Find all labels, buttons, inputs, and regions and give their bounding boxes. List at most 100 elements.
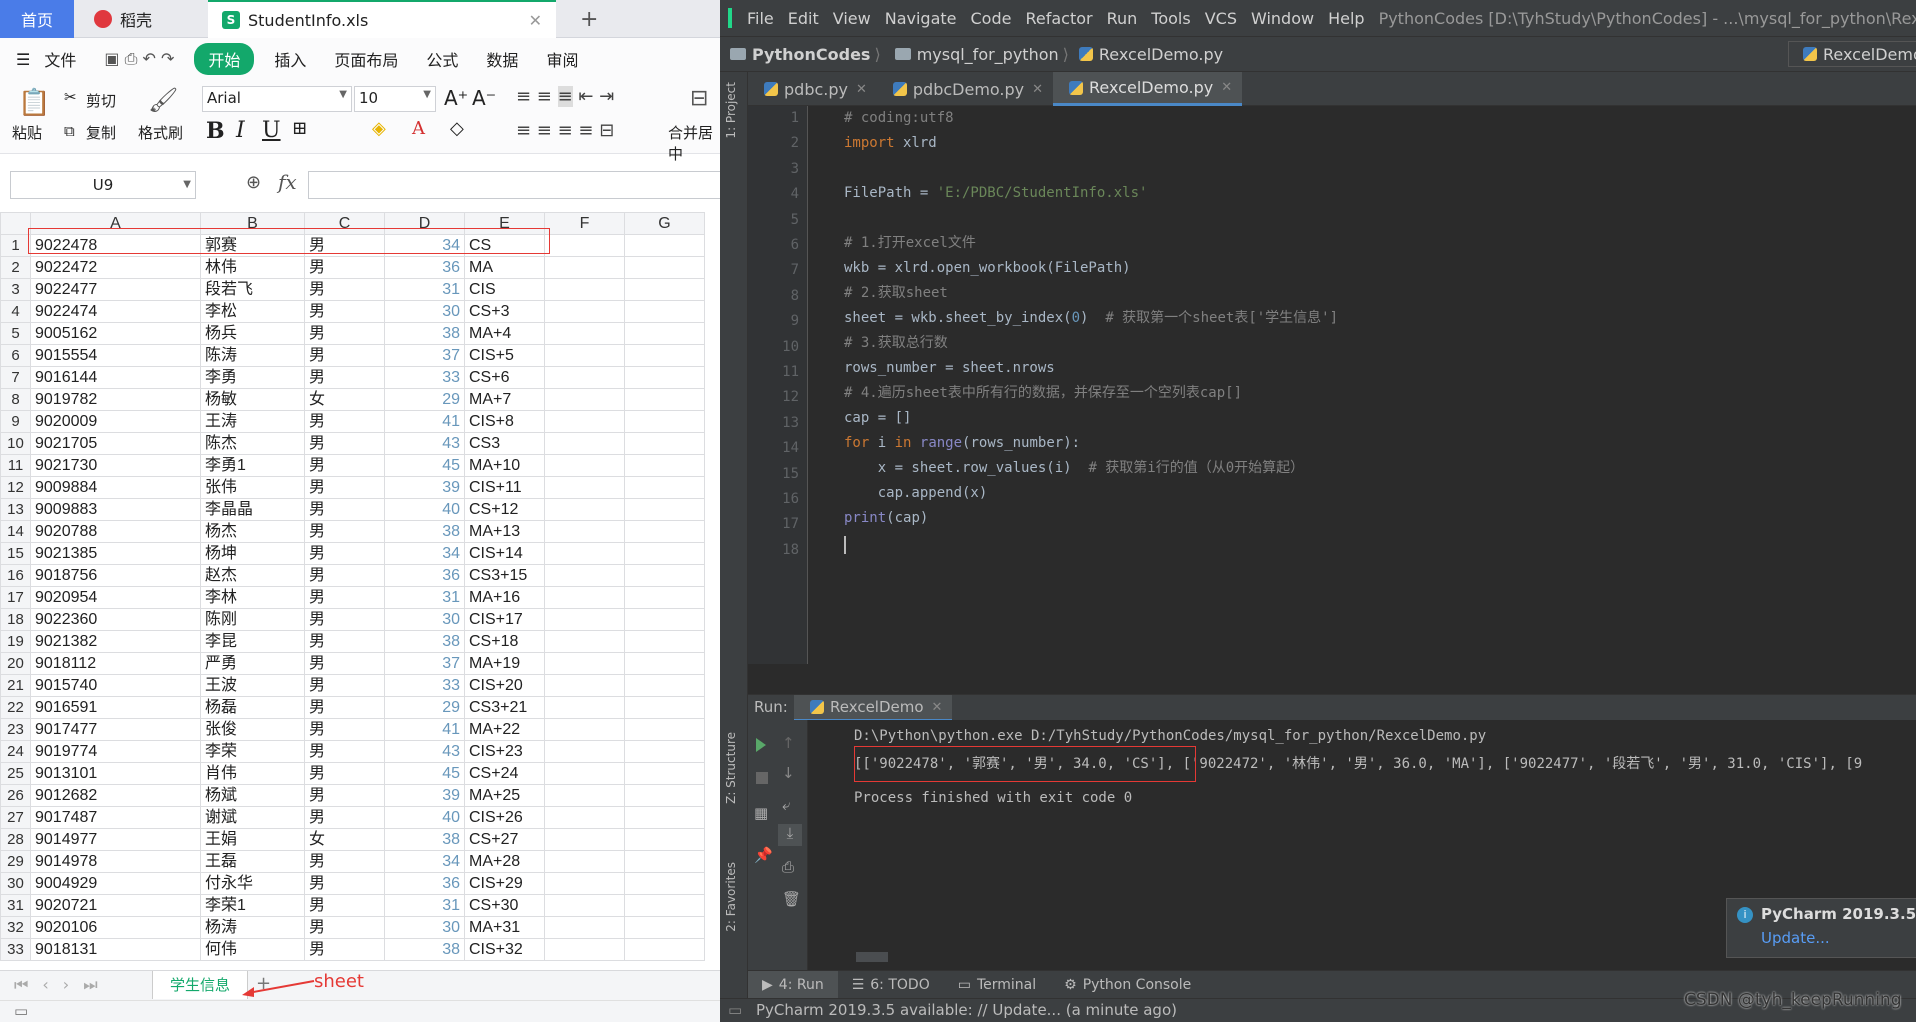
table-row[interactable]: 10 9021705 陈杰男 43 CS3 — [0, 432, 705, 455]
table-cell[interactable] — [624, 630, 705, 653]
table-cell[interactable] — [624, 564, 705, 587]
table-cell[interactable]: CIS+20 — [464, 674, 545, 697]
sheet-nav-icons[interactable]: ⏮‹›⏭ — [14, 975, 112, 995]
table-cell[interactable]: 王磊 — [200, 850, 305, 873]
table-cell[interactable]: 41 — [384, 410, 465, 433]
table-cell[interactable] — [544, 564, 625, 587]
table-cell[interactable]: 李勇1 — [200, 454, 305, 477]
menu-view[interactable]: View — [826, 9, 878, 28]
paste-icon[interactable]: 📋 — [18, 88, 50, 118]
row-header[interactable]: 6 — [0, 344, 31, 367]
table-cell[interactable] — [624, 674, 705, 697]
table-cell[interactable] — [624, 454, 705, 477]
row-header[interactable]: 15 — [0, 542, 31, 565]
row-header[interactable]: 4 — [0, 300, 31, 323]
tab-home[interactable]: 首页 — [0, 0, 74, 38]
status-window-icon[interactable]: ▭ — [728, 999, 742, 1021]
table-cell[interactable] — [624, 366, 705, 389]
table-cell[interactable] — [544, 454, 625, 477]
table-cell[interactable]: 陈刚 — [200, 608, 305, 631]
table-cell[interactable]: CS3 — [464, 432, 545, 455]
table-cell[interactable]: 30 — [384, 300, 465, 323]
table-cell[interactable]: 杨杰 — [200, 520, 305, 543]
table-cell[interactable]: MA+28 — [464, 850, 545, 873]
table-cell[interactable]: 李晶晶 — [200, 498, 305, 521]
table-cell[interactable]: 31 — [384, 894, 465, 917]
table-row[interactable]: 17 9020954 李林男 31 MA+16 — [0, 586, 705, 609]
table-cell[interactable]: 男 — [304, 762, 385, 785]
table-cell[interactable] — [624, 762, 705, 785]
cut-button[interactable]: 剪切 — [86, 90, 116, 111]
table-cell[interactable]: CS+30 — [464, 894, 545, 917]
table-cell[interactable] — [624, 894, 705, 917]
table-row[interactable]: 21 9015740 王波男 33 CIS+20 — [0, 674, 705, 697]
table-cell[interactable]: 29 — [384, 388, 465, 411]
table-cell[interactable]: 37 — [384, 652, 465, 675]
table-cell[interactable]: MA+7 — [464, 388, 545, 411]
table-cell[interactable]: 王波 — [200, 674, 305, 697]
row-header[interactable]: 16 — [0, 564, 31, 587]
row-header[interactable]: 5 — [0, 322, 31, 345]
menu-edit[interactable]: Edit — [781, 9, 826, 28]
table-row[interactable]: 7 9016144 李勇男 33 CS+6 — [0, 366, 705, 389]
table-cell[interactable]: 男 — [304, 608, 385, 631]
table-cell[interactable]: CIS+26 — [464, 806, 545, 829]
table-row[interactable]: 16 9018756 赵杰男 36 CS3+15 — [0, 564, 705, 587]
table-cell[interactable]: MA+31 — [464, 916, 545, 939]
table-cell[interactable]: 男 — [304, 894, 385, 917]
table-cell[interactable]: CIS+5 — [464, 344, 545, 367]
table-cell[interactable] — [624, 278, 705, 301]
table-cell[interactable]: 男 — [304, 300, 385, 323]
table-cell[interactable]: 男 — [304, 872, 385, 895]
font-shrink-icon[interactable]: A⁻ — [472, 86, 496, 110]
bottom-tab-python-console[interactable]: ⚙ Python Console — [1050, 977, 1205, 993]
table-cell[interactable] — [624, 388, 705, 411]
editor-tab-pdbc[interactable]: pdbc.py ✕ — [748, 72, 877, 106]
table-cell[interactable]: CIS — [464, 278, 545, 301]
table-cell[interactable]: 男 — [304, 256, 385, 279]
table-cell[interactable]: 男 — [304, 322, 385, 345]
table-cell[interactable] — [624, 828, 705, 851]
merge-icon[interactable]: ⊟ — [690, 86, 708, 111]
table-cell[interactable]: 男 — [304, 674, 385, 697]
table-cell[interactable]: 9021385 — [30, 542, 201, 565]
fill-color-icon[interactable]: ◈ — [372, 118, 386, 139]
table-cell[interactable] — [544, 586, 625, 609]
table-cell[interactable] — [544, 410, 625, 433]
table-cell[interactable]: CS+6 — [464, 366, 545, 389]
table-cell[interactable]: CIS+17 — [464, 608, 545, 631]
table-cell[interactable]: 39 — [384, 784, 465, 807]
table-row[interactable]: 11 9021730 李勇1 男 45 MA+10 — [0, 454, 705, 477]
table-cell[interactable]: 34 — [384, 850, 465, 873]
table-cell[interactable]: MA+13 — [464, 520, 545, 543]
table-cell[interactable]: 赵杰 — [200, 564, 305, 587]
table-cell[interactable] — [544, 388, 625, 411]
table-row[interactable]: 4 9022474 李松男 30 CS+3 — [0, 300, 705, 323]
row-header[interactable]: 2 — [0, 256, 31, 279]
format-painter-button[interactable]: 格式刷 — [138, 122, 183, 143]
table-row[interactable]: 32 9020106 杨涛男 30 MA+31 — [0, 916, 705, 939]
table-cell[interactable]: 肖伟 — [200, 762, 305, 785]
print-icon[interactable]: ⎙ — [782, 858, 794, 876]
table-cell[interactable] — [624, 432, 705, 455]
table-cell[interactable]: 男 — [304, 630, 385, 653]
table-cell[interactable] — [624, 806, 705, 829]
zoom-icon[interactable]: ⊕ — [246, 172, 261, 193]
table-cell[interactable]: 李林 — [200, 586, 305, 609]
table-cell[interactable]: 36 — [384, 872, 465, 895]
table-cell[interactable] — [624, 410, 705, 433]
table-cell[interactable] — [544, 256, 625, 279]
table-cell[interactable]: 43 — [384, 432, 465, 455]
table-cell[interactable]: 谢斌 — [200, 806, 305, 829]
table-cell[interactable] — [624, 696, 705, 719]
table-cell[interactable] — [544, 938, 625, 961]
table-cell[interactable]: 38 — [384, 520, 465, 543]
table-cell[interactable]: 29 — [384, 696, 465, 719]
table-cell[interactable]: MA+10 — [464, 454, 545, 477]
table-cell[interactable]: CS3+15 — [464, 564, 545, 587]
table-row[interactable]: 8 9019782 杨敏女 29 MA+7 — [0, 388, 705, 411]
table-row[interactable]: 27 9017487 谢斌男 40 CIS+26 — [0, 806, 705, 829]
table-cell[interactable]: 36 — [384, 564, 465, 587]
table-cell[interactable]: 男 — [304, 410, 385, 433]
table-cell[interactable] — [624, 784, 705, 807]
